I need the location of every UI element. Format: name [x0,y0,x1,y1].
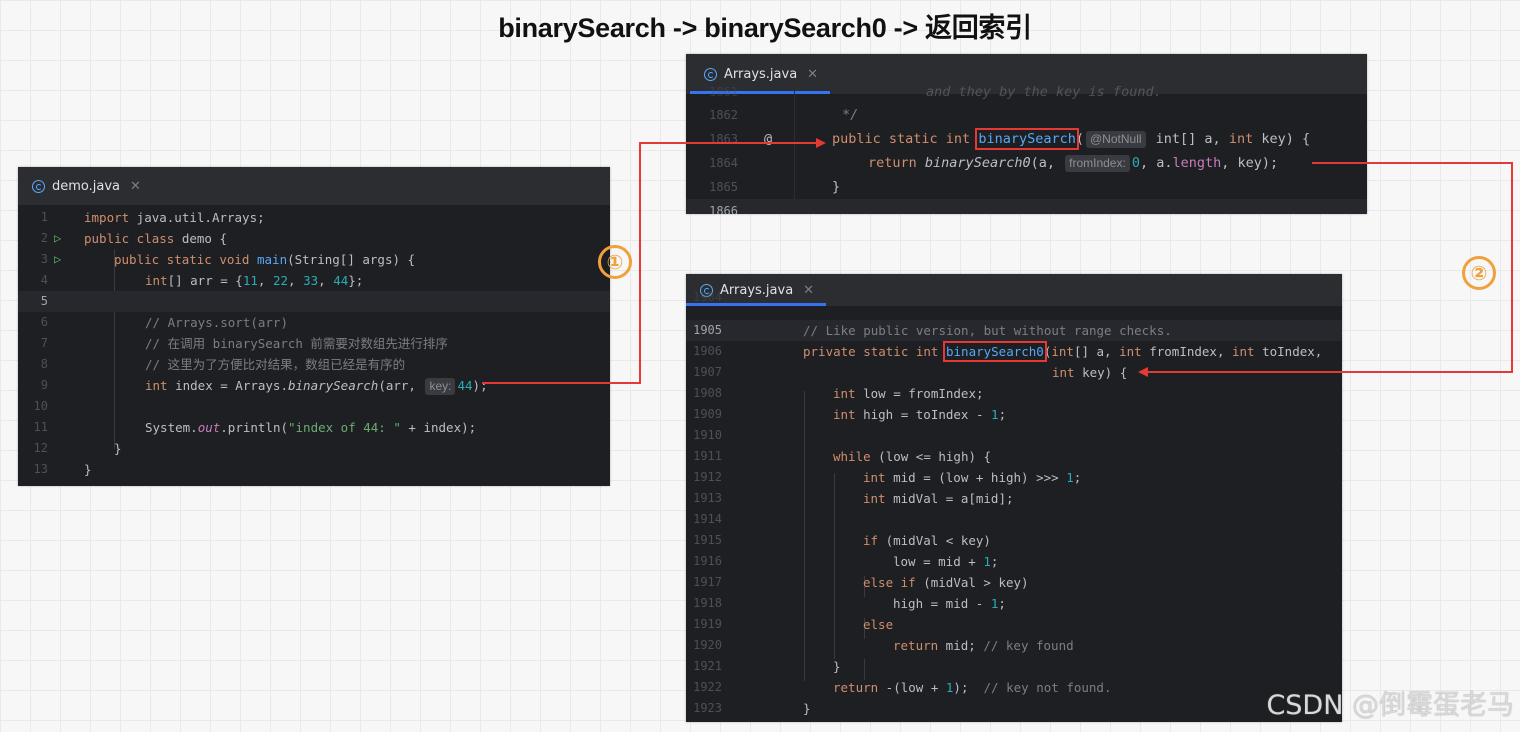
step-marker-2: ② [1462,256,1496,290]
watermark: CSDN @倒霉蛋老马 [1266,690,1514,721]
flow-arrows [482,138,1513,384]
arrow-call-binarysearch0 [1138,162,1513,377]
step-marker-1: ① [598,245,632,279]
arrow-call-binarysearch [482,138,826,384]
